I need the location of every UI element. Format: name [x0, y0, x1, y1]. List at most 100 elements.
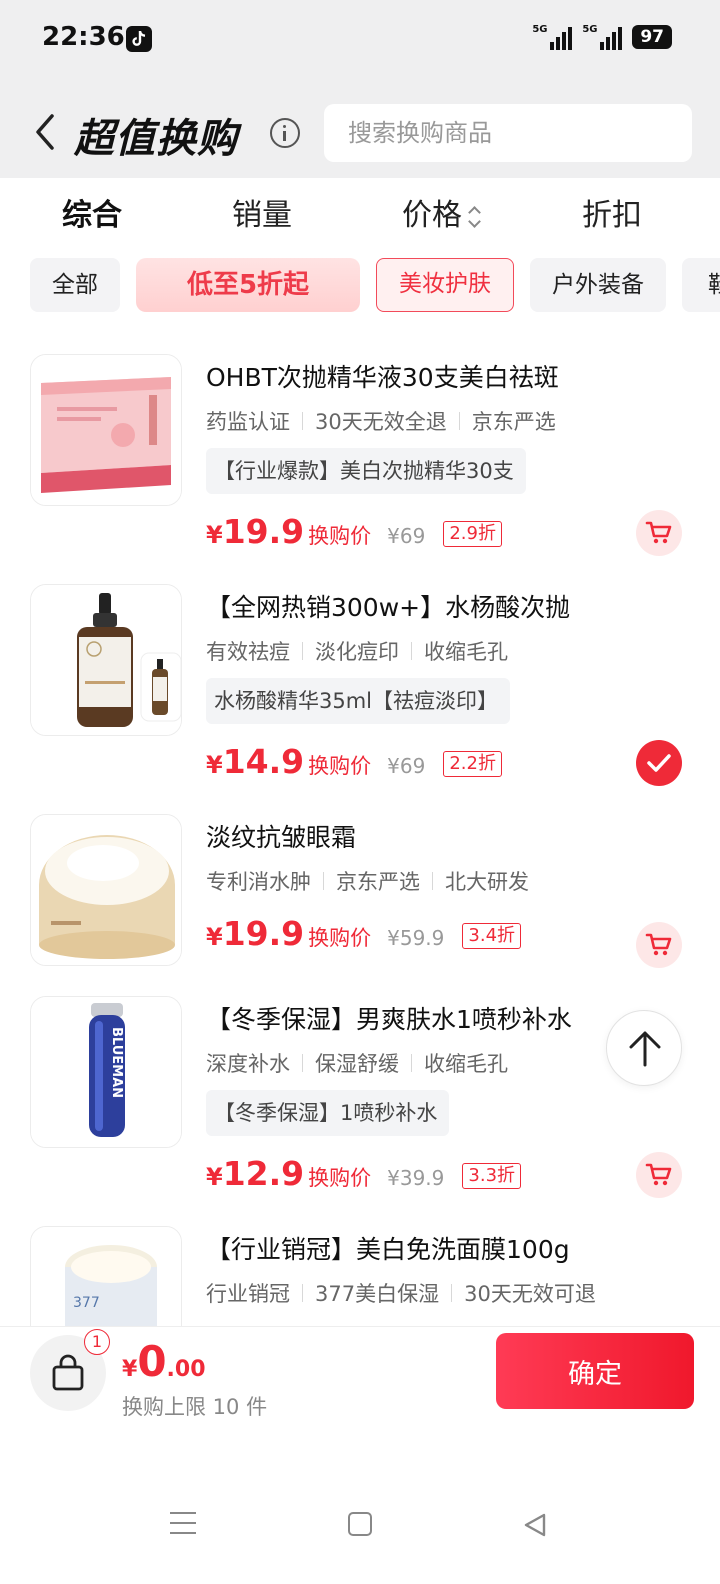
bag-count-badge: 1	[84, 1329, 110, 1355]
home-icon[interactable]	[348, 1512, 372, 1536]
tab-discount[interactable]: 折扣	[582, 190, 642, 234]
search-box[interactable]	[324, 104, 692, 162]
product-tag: 收缩毛孔	[424, 640, 508, 664]
product-tag: 京东严选	[471, 410, 556, 434]
chip-all[interactable]: 全部	[30, 258, 120, 312]
product-badge: 水杨酸精华35ml【祛痘淡印】	[206, 678, 511, 724]
original-price: ¥59.9	[387, 926, 445, 950]
product-item[interactable]: 【全网热销300w+】水杨酸次抛 有效祛痘 淡化痘印 收缩毛孔 水杨酸精华35m…	[0, 584, 720, 804]
exchange-price: ¥14.9	[206, 742, 305, 781]
signal-icon: 5G	[532, 24, 573, 50]
product-tag: 保湿舒缓	[315, 1052, 399, 1076]
page-title: 超值换购	[74, 116, 238, 162]
discount-badge: 3.3折	[462, 1163, 522, 1189]
product-tag: 北大研发	[445, 870, 529, 894]
status-time: 22:36	[42, 22, 125, 52]
exchange-price: ¥19.9	[206, 512, 305, 551]
discount-badge: 2.9折	[443, 521, 502, 547]
original-price: ¥69	[387, 754, 426, 778]
status-indicators: 5G 5G 97	[532, 24, 672, 50]
product-badge: 【行业爆款】美白次抛精华30支	[206, 448, 526, 494]
shopping-bag-icon	[52, 1354, 84, 1391]
product-tags: 专利消水肿 京东严选 北大研发	[206, 866, 529, 896]
product-tag: 收缩毛孔	[424, 1052, 508, 1076]
product-image[interactable]: 377	[30, 1226, 182, 1326]
chip-promo[interactable]: 低至5折起	[136, 258, 360, 312]
add-to-cart-button[interactable]	[636, 510, 682, 556]
product-badge: 【冬季保湿】1喷秒补水	[206, 1090, 450, 1136]
checkmark-icon	[647, 754, 671, 772]
price-label: 换购价	[308, 524, 372, 548]
product-tags: 药监认证 30天无效全退 京东严选	[206, 406, 556, 436]
total-price: ¥0.00	[122, 1337, 206, 1386]
product-image[interactable]	[30, 584, 182, 736]
product-tag: 京东严选	[336, 870, 420, 894]
product-tags: 行业销冠 377美白保湿 30天无效可退	[206, 1278, 596, 1308]
product-image[interactable]	[30, 814, 182, 966]
product-tag: 30天无效全退	[315, 410, 447, 434]
product-tags: 深度补水 保湿舒缓 收缩毛孔	[206, 1048, 508, 1078]
chip-outdoor[interactable]: 户外装备	[530, 258, 666, 312]
product-title: 淡纹抗皱眼霜	[206, 823, 357, 852]
price-row: ¥19.9 换购价 ¥69 2.9折	[206, 512, 502, 558]
price-label: 换购价	[308, 1166, 372, 1190]
product-title: OHBT次抛精华液30支美白祛斑	[206, 363, 559, 392]
system-back-icon[interactable]	[522, 1512, 548, 1538]
svg-text:377: 377	[73, 1295, 100, 1311]
info-icon[interactable]	[270, 118, 300, 148]
exchange-price: ¥19.9	[206, 914, 305, 953]
add-to-cart-button[interactable]	[636, 1152, 682, 1198]
price-label: 换购价	[308, 926, 372, 950]
product-title: 【全网热销300w+】水杨酸次抛	[206, 593, 571, 622]
price-row: ¥12.9 换购价 ¥39.9 3.3折	[206, 1154, 522, 1200]
battery-indicator: 97	[632, 25, 672, 49]
original-price: ¥39.9	[387, 1166, 445, 1190]
exchange-limit-text: 换购上限 10 件	[122, 1395, 268, 1419]
price-row: ¥14.9 换购价 ¥69 2.2折	[206, 742, 502, 788]
category-chips: 全部 低至5折起 美妆护肤 户外装备 鞋	[0, 256, 720, 314]
selected-check-button[interactable]	[636, 740, 682, 786]
tab-comprehensive[interactable]: 综合	[62, 190, 122, 234]
tab-price[interactable]: 价格	[402, 190, 480, 234]
product-tag: 药监认证	[206, 410, 290, 434]
svg-text:BLUEMAN: BLUEMAN	[109, 1027, 124, 1098]
system-nav-bar	[0, 1490, 720, 1584]
tab-price-label: 价格	[402, 198, 462, 233]
product-title: 【行业销冠】美白免洗面膜100g	[206, 1235, 570, 1264]
tab-sales[interactable]: 销量	[232, 190, 292, 234]
scroll-to-top-button[interactable]	[606, 1010, 682, 1086]
recent-apps-icon[interactable]	[170, 1512, 196, 1536]
product-tag: 30天无效可退	[464, 1282, 596, 1306]
add-to-cart-button[interactable]	[636, 922, 682, 968]
back-arrow-icon[interactable]	[30, 112, 60, 152]
product-tags: 有效祛痘 淡化痘印 收缩毛孔	[206, 636, 508, 666]
product-image[interactable]	[30, 354, 182, 506]
tiktok-icon	[126, 26, 152, 52]
cart-icon	[645, 933, 672, 956]
original-price: ¥69	[387, 524, 426, 548]
product-item[interactable]: OHBT次抛精华液30支美白祛斑 药监认证 30天无效全退 京东严选 【行业爆款…	[0, 354, 720, 574]
chip-shoes[interactable]: 鞋	[682, 258, 720, 312]
status-bar: 22:36 5G 5G 97	[0, 0, 720, 82]
chip-beauty[interactable]: 美妆护肤	[376, 258, 514, 312]
cart-icon	[645, 1163, 672, 1186]
sort-arrows-icon	[468, 206, 480, 228]
confirm-button[interactable]: 确定	[496, 1333, 694, 1409]
exchange-price: ¥12.9	[206, 1154, 305, 1193]
discount-badge: 3.4折	[462, 923, 522, 949]
product-tag: 专利消水肿	[206, 870, 311, 894]
search-input[interactable]	[324, 104, 692, 162]
product-tag: 行业销冠	[206, 1282, 290, 1306]
arrow-up-icon	[629, 1031, 661, 1067]
app-root: 22:36 5G 5G 97 超值换购 综合 销量	[0, 0, 720, 1584]
page-header: 超值换购	[0, 82, 720, 178]
price-row: ¥19.9 换购价 ¥59.9 3.4折	[206, 914, 522, 960]
price-label: 换购价	[308, 754, 372, 778]
signal-icon-2: 5G	[582, 24, 623, 50]
cart-icon	[645, 521, 672, 544]
product-item[interactable]: 377 【行业销冠】美白免洗面膜100g 行业销冠 377美白保湿 30天无效可…	[0, 1226, 720, 1326]
product-tag: 有效祛痘	[206, 640, 290, 664]
product-tag: 淡化痘印	[315, 640, 399, 664]
product-tag: 深度补水	[206, 1052, 290, 1076]
product-image[interactable]: BLUEMAN	[30, 996, 182, 1148]
